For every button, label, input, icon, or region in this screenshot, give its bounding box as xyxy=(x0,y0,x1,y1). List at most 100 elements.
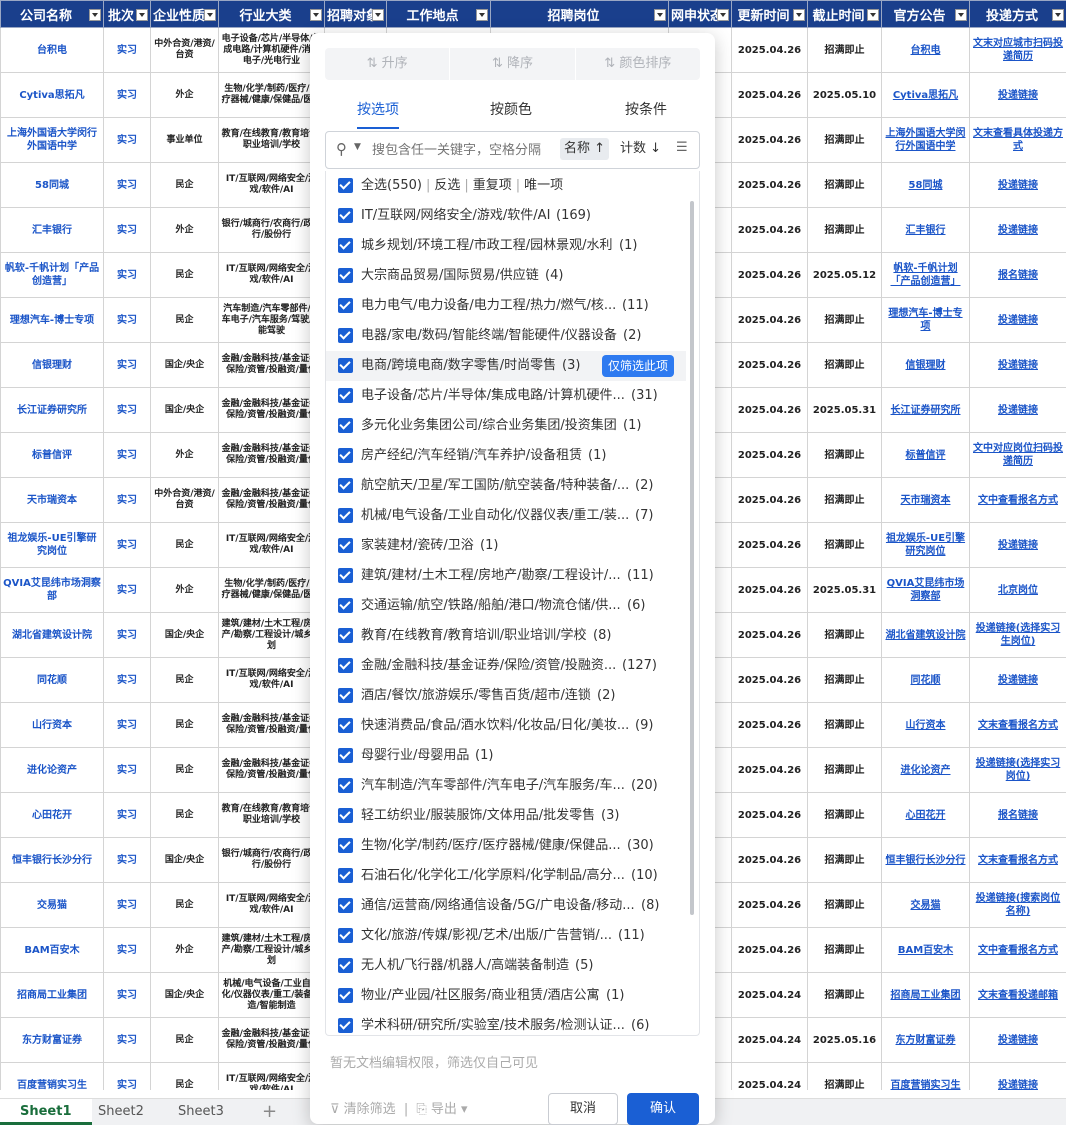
chevron-down-icon[interactable]: ▾ xyxy=(457,1102,468,1117)
option-item[interactable]: 轻工纺织业/服装服饰/文体用品/批发零售(3) xyxy=(326,801,686,831)
table-cell[interactable]: 汇丰银行 xyxy=(882,208,970,253)
checkbox[interactable] xyxy=(338,808,353,823)
option-item[interactable]: 电器/家电/数码/智能终端/智能硬件/仪器设备(2) xyxy=(326,321,686,351)
checkbox[interactable] xyxy=(338,658,353,673)
column-header[interactable]: 工作地点 xyxy=(387,1,491,28)
checkbox[interactable] xyxy=(338,358,353,373)
table-cell[interactable]: 天市瑞资本 xyxy=(882,478,970,523)
option-item[interactable]: 生物/化学/制药/医疗/医疗器械/健康/保健品...(30) xyxy=(326,831,686,861)
sort-ascending-button[interactable]: ⇅ 升序 xyxy=(325,48,450,80)
checkbox[interactable] xyxy=(338,778,353,793)
checkbox[interactable] xyxy=(338,568,353,583)
table-cell[interactable]: 文末对应城市扫码投递简历 xyxy=(970,28,1066,73)
filter-dropdown-icon[interactable] xyxy=(955,9,967,21)
table-cell[interactable]: QVIA艾昆纬市场洞察部 xyxy=(882,568,970,613)
table-cell[interactable]: 文末查看投递邮箱 xyxy=(970,973,1066,1018)
table-cell[interactable]: 投递链接 xyxy=(970,208,1066,253)
table-cell[interactable]: 恒丰银行长沙分行 xyxy=(882,838,970,883)
table-cell[interactable]: 文末查看报名方式 xyxy=(970,703,1066,748)
duplicates-link[interactable]: 重复项 xyxy=(473,178,512,193)
checkbox[interactable] xyxy=(338,478,353,493)
option-item[interactable]: 电商/跨境电商/数字零售/时尚零售(3)仅筛选此项 xyxy=(326,351,686,381)
table-cell[interactable]: BAM百安木 xyxy=(882,928,970,973)
filter-dropdown-icon[interactable] xyxy=(654,9,666,21)
table-cell[interactable]: 上海外国语大学闵行外国语中学 xyxy=(882,118,970,163)
table-cell[interactable]: 投递链接 xyxy=(970,658,1066,703)
table-cell[interactable]: 投递链接(选择实习岗位) xyxy=(970,748,1066,793)
column-header[interactable]: 官方公告 xyxy=(882,1,970,28)
option-item[interactable]: 机械/电气设备/工业自动化/仪器仪表/重工/装...(7) xyxy=(326,501,686,531)
filter-dropdown-icon[interactable] xyxy=(1052,9,1064,21)
checkbox[interactable] xyxy=(338,538,353,553)
table-cell[interactable]: 报名链接 xyxy=(970,253,1066,298)
checkbox[interactable] xyxy=(338,508,353,523)
checkbox[interactable] xyxy=(338,688,353,703)
clear-filter-button[interactable]: 清除筛选 xyxy=(344,1102,396,1117)
option-item[interactable]: 石油石化/化学化工/化学原料/化学制品/高分...(10) xyxy=(326,861,686,891)
checkbox[interactable] xyxy=(338,448,353,463)
table-cell[interactable]: 投递链接 xyxy=(970,1018,1066,1063)
column-header[interactable]: 行业大类 xyxy=(219,1,325,28)
filter-dropdown-icon[interactable] xyxy=(89,9,101,21)
table-cell[interactable]: 文中查看报名方式 xyxy=(970,478,1066,523)
filter-dropdown-icon[interactable] xyxy=(867,9,879,21)
list-scrollbar[interactable] xyxy=(690,201,694,915)
option-item[interactable]: 无人机/飞行器/机器人/高端装备制造(5) xyxy=(326,951,686,981)
column-header[interactable]: 招聘岗位 xyxy=(491,1,669,28)
table-cell[interactable]: 标普信评 xyxy=(882,433,970,478)
table-cell[interactable]: 百度营销实习生 xyxy=(882,1063,970,1091)
option-item[interactable]: 电子设备/芯片/半导体/集成电路/计算机硬件...(31) xyxy=(326,381,686,411)
table-cell[interactable]: 同花顺 xyxy=(882,658,970,703)
checkbox[interactable] xyxy=(338,178,353,193)
filter-dropdown-icon[interactable] xyxy=(204,9,216,21)
tab-by-color[interactable]: 按颜色 xyxy=(490,93,532,127)
table-cell[interactable]: 湖北省建筑设计院 xyxy=(882,613,970,658)
checkbox[interactable] xyxy=(338,388,353,403)
checkbox[interactable] xyxy=(338,328,353,343)
checkbox[interactable] xyxy=(338,898,353,913)
column-header[interactable]: 网申状态 xyxy=(669,1,732,28)
option-item[interactable]: 通信/运营商/网络通信设备/5G/广电设备/移动...(8) xyxy=(326,891,686,921)
checkbox[interactable] xyxy=(338,748,353,763)
column-header[interactable]: 企业性质 xyxy=(151,1,219,28)
checkbox[interactable] xyxy=(338,298,353,313)
confirm-button[interactable]: 确认 xyxy=(627,1093,699,1125)
column-header[interactable]: 投递方式 xyxy=(970,1,1066,28)
table-cell[interactable]: 文末查看具体投递方式 xyxy=(970,118,1066,163)
option-item[interactable]: 文化/旅游/传媒/影视/艺术/出版/广告营销/...(11) xyxy=(326,921,686,951)
table-cell[interactable]: 58同城 xyxy=(882,163,970,208)
filter-dropdown-icon[interactable] xyxy=(717,9,729,21)
sheet-tab-3[interactable]: Sheet3 xyxy=(158,1099,244,1125)
checkbox[interactable] xyxy=(338,268,353,283)
filter-dropdown-icon[interactable] xyxy=(310,9,322,21)
filter-dropdown-icon[interactable] xyxy=(476,9,488,21)
table-cell[interactable]: 投递链接 xyxy=(970,523,1066,568)
table-cell[interactable]: 山行资本 xyxy=(882,703,970,748)
filter-dropdown-icon[interactable] xyxy=(136,9,148,21)
option-item[interactable]: 城乡规划/环境工程/市政工程/园林景观/水利(1) xyxy=(326,231,686,261)
table-cell[interactable]: 文中对应岗位扫码投递简历 xyxy=(970,433,1066,478)
table-cell[interactable]: 投递链接 xyxy=(970,163,1066,208)
table-cell[interactable]: 长江证券研究所 xyxy=(882,388,970,433)
checkbox[interactable] xyxy=(338,1018,353,1033)
filter-options-icon[interactable]: ☰ xyxy=(676,140,688,155)
table-cell[interactable]: 交易猫 xyxy=(882,883,970,928)
table-cell[interactable]: 心田花开 xyxy=(882,793,970,838)
table-cell[interactable]: 东方财富证券 xyxy=(882,1018,970,1063)
filter-dropdown-icon[interactable] xyxy=(793,9,805,21)
checkbox[interactable] xyxy=(338,208,353,223)
table-cell[interactable]: 理想汽车-博士专项 xyxy=(882,298,970,343)
select-all-row[interactable]: 全选(550)|反选|重复项|唯一项 xyxy=(326,171,686,201)
sort-descending-button[interactable]: ⇅ 降序 xyxy=(450,48,575,80)
sort-color-button[interactable]: ⇅ 颜色排序 xyxy=(576,48,700,80)
checkbox[interactable] xyxy=(338,868,353,883)
table-cell[interactable]: 报名链接 xyxy=(970,793,1066,838)
checkbox[interactable] xyxy=(338,718,353,733)
option-item[interactable]: 建筑/建材/土木工程/房地产/勘察/工程设计/...(11) xyxy=(326,561,686,591)
checkbox[interactable] xyxy=(338,838,353,853)
sort-by-count-button[interactable]: 计数 ↓ xyxy=(620,138,661,160)
tab-by-condition[interactable]: 按条件 xyxy=(625,93,667,127)
invert-selection-link[interactable]: 反选 xyxy=(434,178,460,193)
table-cell[interactable]: 招商局工业集团 xyxy=(882,973,970,1018)
cancel-button[interactable]: 取消 xyxy=(548,1093,618,1125)
